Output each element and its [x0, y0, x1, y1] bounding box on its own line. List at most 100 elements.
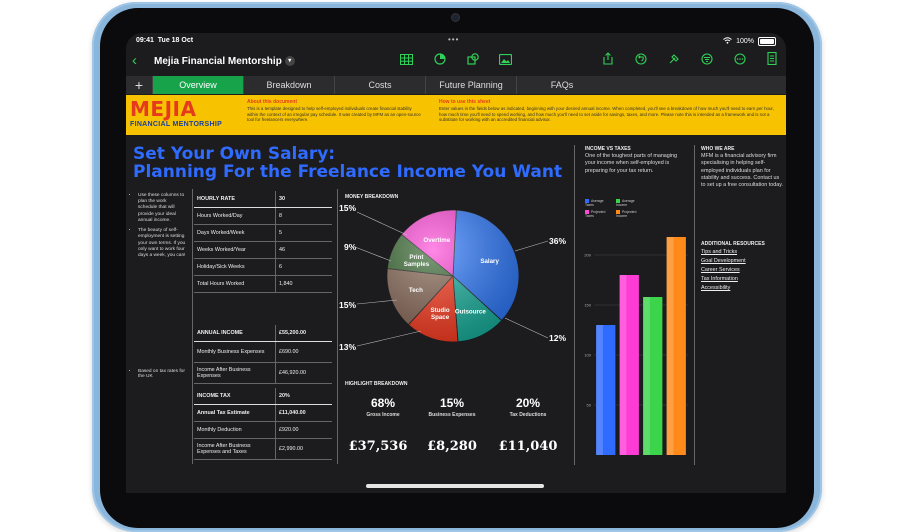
resources-links: Tips and Tricks Goal Development Career … — [701, 248, 746, 293]
back-chevron-icon[interactable]: ‹ — [132, 52, 137, 69]
cell-value[interactable]: £11,040.00 — [276, 410, 306, 416]
page-title: Set Your Own Salary: Planning For the Fr… — [133, 145, 562, 182]
battery-percent: 100% — [736, 38, 754, 45]
howto-title: How to use this sheet — [439, 99, 491, 105]
tax-table: INCOME TAX 20% Annual Tax Estimate £11,04… — [194, 388, 332, 460]
who-we-are-text: MFM is a financial advisory firm special… — [701, 153, 784, 189]
cell-label: Holiday/Sick Weeks — [194, 259, 276, 275]
chart-icon[interactable] — [423, 52, 456, 72]
income-vs-taxes-text: One of the toughest parts of managing yo… — [585, 153, 678, 174]
column-divider — [574, 145, 575, 465]
pie-leader-lines — [354, 211, 549, 347]
insert-tools — [390, 52, 522, 72]
filter-icon[interactable] — [690, 52, 723, 72]
home-indicator[interactable] — [366, 484, 544, 488]
multitask-dots-icon[interactable]: ••• — [448, 35, 459, 44]
add-sheet-button[interactable]: + — [126, 76, 152, 94]
shapes-icon[interactable] — [456, 52, 489, 72]
cell-value[interactable]: £46,920.00 — [276, 370, 306, 376]
legend-projected-income: Projected Income — [616, 209, 637, 218]
about-section: About this document This is a template d… — [247, 99, 422, 123]
note-schedule: Use these columns to plan the work sched… — [138, 193, 187, 224]
cell-value[interactable]: £690.00 — [276, 349, 299, 355]
howto-text: Enter values in the fields below as indi… — [439, 106, 774, 123]
cell-label: ANNUAL INCOME — [194, 325, 276, 341]
cell-value[interactable]: £920.00 — [276, 427, 299, 433]
undo-icon[interactable] — [624, 52, 657, 72]
cell-value[interactable]: 46 — [276, 247, 285, 253]
cell-value[interactable]: 30 — [276, 196, 285, 202]
tab-costs[interactable]: Costs — [334, 76, 425, 94]
cell-value[interactable]: 6 — [276, 264, 282, 270]
tax-deductions-amount: £11,040 — [498, 439, 558, 454]
income-table: ANNUAL INCOME £55,200.00 Monthly Busines… — [194, 325, 332, 384]
link-tips-and-tricks[interactable]: Tips and Tricks — [701, 248, 746, 257]
table-row: Income After Business Expenses £46,920.00 — [194, 363, 332, 384]
cell-value[interactable]: £2,990.00 — [276, 446, 303, 452]
y-tick-label: 50 — [587, 403, 592, 408]
table-row: Monthly Business Expenses £690.00 — [194, 342, 332, 363]
media-icon[interactable] — [489, 52, 522, 72]
cell-label: HOURLY RATE — [194, 191, 276, 207]
cell-value[interactable]: 20% — [276, 393, 290, 399]
bar-highlight — [596, 325, 603, 455]
cell-label: INCOME TAX — [194, 388, 276, 404]
note-tax-rates-wrap: Based on tax rates for the UK — [132, 369, 187, 379]
gross-income-pct: 68% — [370, 396, 396, 410]
cell-value[interactable]: 1,840 — [276, 281, 293, 287]
cell-value[interactable]: £55,200.00 — [276, 330, 306, 336]
note-tax-rates: Based on tax rates for the UK — [138, 369, 187, 379]
income-vs-taxes-bar-chart[interactable]: 200 150 100 50 — [578, 231, 690, 459]
y-tick-label: 200 — [584, 253, 591, 258]
cell-value[interactable]: 8 — [276, 213, 282, 219]
camera-icon — [451, 13, 460, 22]
battery-icon — [758, 37, 776, 46]
cell-label: Income After Business Expenses — [194, 363, 276, 383]
link-goal-development[interactable]: Goal Development — [701, 257, 746, 266]
cell-label: Income After Business Expenses and Taxes — [194, 439, 276, 459]
headline-line1: Set Your Own Salary: — [133, 144, 336, 164]
cell-label: Monthly Business Expenses — [194, 342, 276, 362]
document-title[interactable]: Mejia Financial Mentorship ▾ — [154, 56, 295, 67]
format-brush-icon[interactable] — [657, 52, 690, 72]
gross-income-amount: £37,536 — [348, 439, 408, 454]
legend-projected-taxes: Projected Taxes — [585, 209, 606, 218]
share-icon[interactable] — [591, 52, 624, 72]
logo-title: MEJIA — [130, 97, 197, 121]
table-row: Annual Tax Estimate £11,040.00 — [194, 405, 332, 422]
logo: MEJIA FINANCIAL MENTORSHIP — [130, 97, 238, 133]
table-icon[interactable] — [390, 52, 423, 72]
legend-average-taxes: Average Taxes — [585, 198, 604, 207]
bar-highlight — [643, 297, 650, 455]
tax-deductions-label: Tax Deductions — [509, 412, 547, 418]
link-tax-information[interactable]: Tax Information — [701, 275, 746, 284]
about-text: This is a template designed to help self… — [247, 106, 421, 123]
column-divider — [694, 145, 695, 465]
table-row: Total Hours Worked 1,840 — [194, 276, 332, 293]
money-breakdown-title: MONEY BREAKDOWN — [345, 194, 399, 200]
gross-income-label: Gross Income — [366, 412, 400, 418]
link-career-services[interactable]: Career Services — [701, 266, 746, 275]
resources-title: ADDITIONAL RESOURCES — [701, 241, 765, 247]
who-we-are-title: WHO WE ARE — [701, 146, 735, 152]
more-icon[interactable] — [723, 52, 756, 72]
note-terms: The beauty of self-employment is setting… — [138, 228, 187, 259]
link-accessibility[interactable]: Accessibility — [701, 284, 746, 293]
tab-overview[interactable]: Overview — [152, 76, 243, 94]
tab-faqs[interactable]: FAQs — [516, 76, 607, 94]
cell-label: Total Hours Worked — [194, 276, 276, 292]
screen: 09:41 Tue 18 Oct ••• 100% ‹ Mejia Financ… — [126, 33, 786, 493]
cell-value[interactable]: 5 — [276, 230, 282, 236]
chevron-down-icon[interactable]: ▾ — [284, 56, 295, 67]
table-row: ANNUAL INCOME £55,200.00 — [194, 325, 332, 342]
notes-column: Use these columns to plan the work sched… — [132, 193, 187, 259]
income-vs-taxes-title: INCOME VS TAXES — [585, 146, 631, 152]
tab-future-planning[interactable]: Future Planning — [425, 76, 516, 94]
cell-label: Days Worked/Week — [194, 225, 276, 241]
wifi-icon — [723, 37, 732, 46]
table-row: HOURLY RATE 30 — [194, 191, 332, 208]
header-banner: MEJIA FINANCIAL MENTORSHIP About this do… — [126, 95, 786, 135]
y-tick-label: 100 — [584, 353, 591, 358]
document-icon[interactable] — [756, 51, 786, 72]
tab-breakdown[interactable]: Breakdown — [243, 76, 334, 94]
